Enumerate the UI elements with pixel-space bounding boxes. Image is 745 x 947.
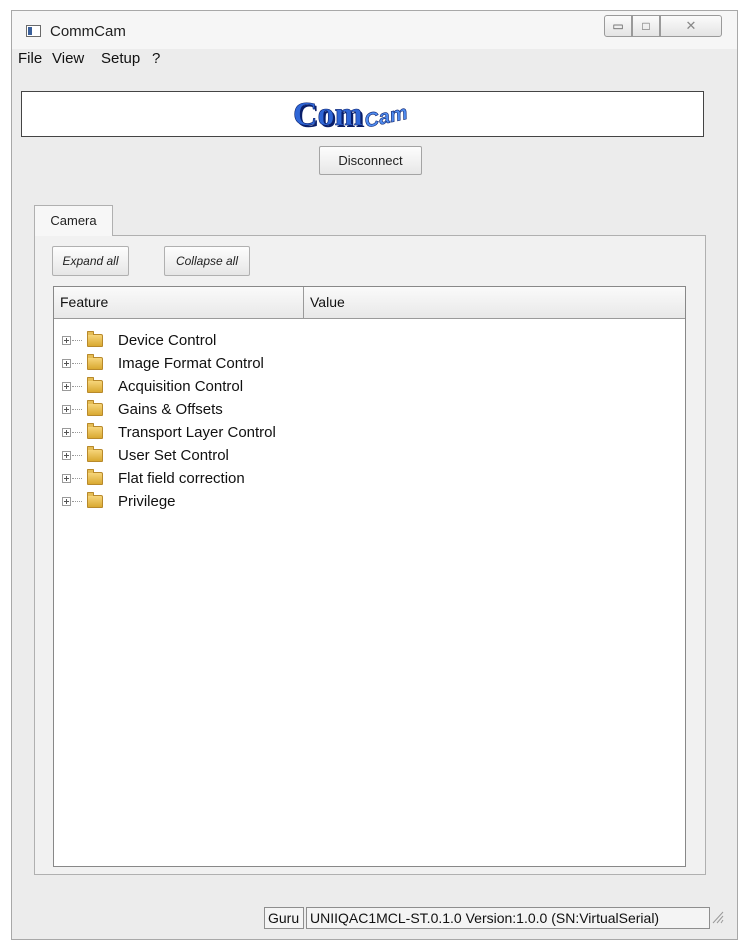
maximize-button[interactable]: □ bbox=[632, 15, 660, 37]
logo-text-sub: Cam bbox=[363, 102, 410, 133]
folder-icon bbox=[87, 423, 103, 439]
folder-icon bbox=[87, 354, 103, 370]
tree-row[interactable]: Privilege bbox=[54, 492, 685, 514]
tree-row[interactable]: User Set Control bbox=[54, 446, 685, 468]
tree-row-label: Transport Layer Control bbox=[118, 424, 276, 441]
minimize-icon: ▭ bbox=[612, 19, 624, 33]
tree-row-label: Privilege bbox=[118, 493, 176, 510]
window-title: CommCam bbox=[50, 23, 126, 40]
menu-help[interactable]: ? bbox=[152, 50, 160, 67]
folder-icon bbox=[87, 377, 103, 393]
logo-banner: Com Com Cam bbox=[21, 91, 704, 137]
folder-icon bbox=[87, 469, 103, 485]
expand-plus-icon[interactable] bbox=[62, 451, 71, 460]
tree-row-label: Flat field correction bbox=[118, 470, 245, 487]
tree-line bbox=[72, 386, 82, 387]
logo-text-main: Com bbox=[293, 96, 363, 133]
expand-plus-icon[interactable] bbox=[62, 336, 71, 345]
tree-line bbox=[72, 501, 82, 502]
tree-row-label: Device Control bbox=[118, 332, 217, 349]
tree-row[interactable]: Flat field correction bbox=[54, 469, 685, 491]
tree-line bbox=[72, 363, 82, 364]
collapse-all-button[interactable]: Collapse all bbox=[164, 246, 250, 276]
tree-row[interactable]: Acquisition Control bbox=[54, 377, 685, 399]
menu-setup[interactable]: Setup bbox=[101, 50, 140, 67]
menu-file[interactable]: File bbox=[18, 50, 42, 67]
column-header-value[interactable]: Value bbox=[304, 287, 687, 318]
user-mode-indicator: Guru bbox=[264, 907, 304, 929]
maximize-icon: □ bbox=[642, 19, 650, 33]
folder-icon bbox=[87, 331, 103, 347]
status-bar: Guru UNIIQAC1MCL-ST.0.1.0 Version:1.0.0 … bbox=[0, 905, 745, 930]
expand-plus-icon[interactable] bbox=[62, 359, 71, 368]
tree-line bbox=[72, 432, 82, 433]
minimize-button[interactable]: ▭ bbox=[604, 15, 632, 37]
tree-line bbox=[72, 340, 82, 341]
commcam-logo: Com Com Cam bbox=[293, 96, 410, 134]
folder-icon bbox=[87, 446, 103, 462]
column-header-feature[interactable]: Feature bbox=[54, 287, 304, 318]
app-window-icon[interactable] bbox=[26, 25, 41, 37]
tab-camera[interactable]: Camera bbox=[34, 205, 113, 236]
expand-plus-icon[interactable] bbox=[62, 382, 71, 391]
tree-line bbox=[72, 455, 82, 456]
tree-header: Feature Value bbox=[54, 287, 685, 319]
close-button[interactable]: ✕ bbox=[660, 15, 722, 37]
close-icon: ✕ bbox=[685, 18, 697, 33]
resize-grip-icon[interactable] bbox=[710, 908, 724, 924]
disconnect-button[interactable]: Disconnect bbox=[319, 146, 422, 175]
folder-icon bbox=[87, 400, 103, 416]
tree-row-label: Image Format Control bbox=[118, 355, 264, 372]
tree-row[interactable]: Device Control bbox=[54, 331, 685, 353]
expand-plus-icon[interactable] bbox=[62, 474, 71, 483]
tree-row-label: Acquisition Control bbox=[118, 378, 244, 395]
tree-row-label: Gains & Offsets bbox=[118, 401, 223, 418]
tree-row-label: User Set Control bbox=[118, 447, 229, 464]
device-info-status: UNIIQAC1MCL-ST.0.1.0 Version:1.0.0 (SN:V… bbox=[306, 907, 710, 929]
tree-row[interactable]: Image Format Control bbox=[54, 354, 685, 376]
tree-row[interactable]: Transport Layer Control bbox=[54, 423, 685, 445]
folder-icon bbox=[87, 492, 103, 508]
expand-plus-icon[interactable] bbox=[62, 428, 71, 437]
tree-line bbox=[72, 409, 82, 410]
title-bar[interactable]: CommCam ▭ □ ✕ bbox=[12, 11, 737, 49]
menu-view[interactable]: View bbox=[52, 50, 84, 67]
tree-row[interactable]: Gains & Offsets bbox=[54, 400, 685, 422]
feature-tree[interactable]: Feature Value Device Control Image Forma… bbox=[53, 286, 686, 867]
expand-plus-icon[interactable] bbox=[62, 405, 71, 414]
tree-line bbox=[72, 478, 82, 479]
expand-all-button[interactable]: Expand all bbox=[52, 246, 129, 276]
expand-plus-icon[interactable] bbox=[62, 497, 71, 506]
